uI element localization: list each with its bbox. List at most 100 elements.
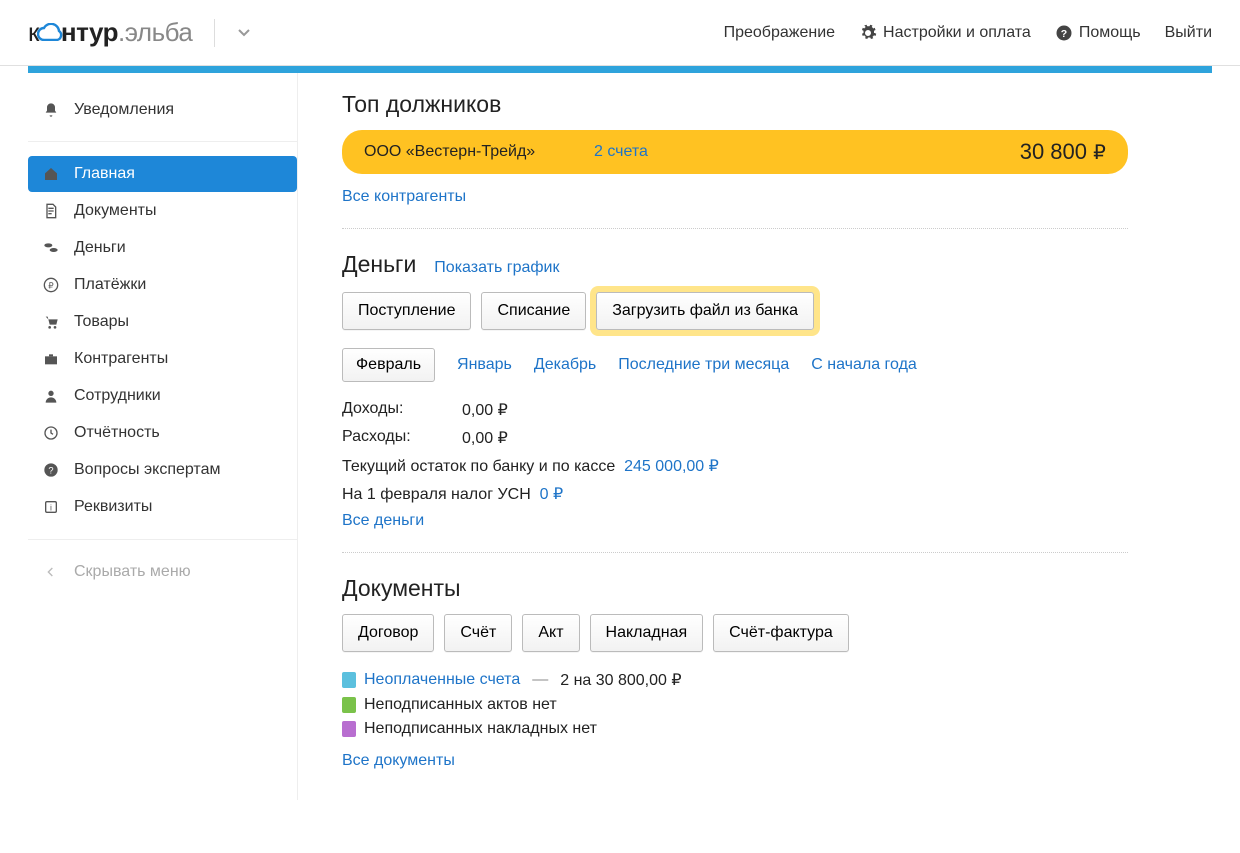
all-money-link[interactable]: Все деньги <box>342 512 424 529</box>
ruble-icon: ₽ <box>42 277 60 293</box>
upload-bank-button[interactable]: Загрузить файл из банка <box>596 292 814 330</box>
facture-button[interactable]: Счёт-фактура <box>713 614 849 652</box>
cloud-icon <box>37 17 63 48</box>
act-button[interactable]: Акт <box>522 614 579 652</box>
income-value: 0,00 ₽ <box>462 400 508 420</box>
unpaid-invoices-count: 2 на 30 800,00 ₽ <box>560 670 681 690</box>
unsigned-acts-row: Неподписанных актов нет <box>342 696 1128 714</box>
docs-title: Документы <box>342 575 1128 602</box>
chevron-down-icon <box>237 26 251 40</box>
nav-help[interactable]: ? Помощь <box>1055 24 1141 42</box>
sidebar-item-goods[interactable]: Товары <box>28 304 297 340</box>
sidebar-item-payments[interactable]: ₽ Платёжки <box>28 267 297 303</box>
svg-text:?: ? <box>1061 27 1067 39</box>
expense-value: 0,00 ₽ <box>462 428 508 448</box>
sidebar-item-reports[interactable]: Отчётность <box>28 415 297 451</box>
balance-row: Текущий остаток по банку и по кассе 245 … <box>342 456 1128 476</box>
collapse-icon <box>42 564 60 580</box>
contract-button[interactable]: Договор <box>342 614 434 652</box>
separator <box>342 552 1128 553</box>
sidebar-item-home[interactable]: Главная <box>28 156 297 192</box>
balance-link[interactable]: 245 000,00 ₽ <box>624 458 719 475</box>
coins-icon <box>42 240 60 256</box>
sidebar-label: Контрагенты <box>74 350 168 368</box>
sidebar-label: Реквизиты <box>74 498 152 516</box>
sidebar-item-employees[interactable]: Сотрудники <box>28 378 297 414</box>
person-icon <box>42 388 60 404</box>
sidebar-item-contractors[interactable]: Контрагенты <box>28 341 297 377</box>
logo-main: нтур <box>61 17 118 47</box>
sidebar-label: Скрывать меню <box>74 563 191 581</box>
sidebar-hide-toggle[interactable]: Скрывать меню <box>28 554 297 590</box>
accent-bar <box>28 66 1212 73</box>
svg-text:i: i <box>50 502 52 512</box>
sidebar-label: Платёжки <box>74 276 146 294</box>
question-icon: ? <box>42 462 60 478</box>
sidebar-label: Товары <box>74 313 129 331</box>
money-title: Деньги <box>342 251 416 278</box>
header-right: Преображение Настройки и оплата ? Помощь… <box>724 24 1212 42</box>
unpaid-invoices-row: Неоплаченные счета — 2 на 30 800,00 ₽ <box>342 670 1128 690</box>
nav-logout[interactable]: Выйти <box>1165 24 1212 42</box>
cart-icon <box>42 314 60 330</box>
sidebar-item-details[interactable]: i Реквизиты <box>28 489 297 525</box>
info-icon: i <box>42 499 60 515</box>
waybill-button[interactable]: Накладная <box>590 614 704 652</box>
tab-january[interactable]: Январь <box>457 356 512 374</box>
main-content: Топ должников ООО «Вестерн-Трейд» 2 счет… <box>298 73 1128 800</box>
debtor-row[interactable]: ООО «Вестерн-Трейд» 2 счета 30 800 ₽ <box>342 130 1128 174</box>
tax-link[interactable]: 0 ₽ <box>540 486 564 503</box>
show-chart-link[interactable]: Показать график <box>434 259 559 277</box>
bell-icon <box>42 102 60 118</box>
header: кнтур.эльба Преображение Настройки и опл… <box>0 0 1240 66</box>
sidebar-label: Документы <box>74 202 156 220</box>
clock-icon <box>42 425 60 441</box>
debtors-title: Топ должников <box>342 91 1128 118</box>
sidebar-label: Вопросы экспертам <box>74 461 220 479</box>
separator <box>342 228 1128 229</box>
doc-purple-icon <box>342 721 356 737</box>
income-label: Доходы: <box>342 400 462 420</box>
tab-february[interactable]: Февраль <box>342 348 435 382</box>
nav-settings[interactable]: Настройки и оплата <box>859 24 1031 42</box>
briefcase-icon <box>42 351 60 367</box>
nav-transform[interactable]: Преображение <box>724 24 835 42</box>
unsigned-waybills-row: Неподписанных накладных нет <box>342 720 1128 738</box>
sidebar-item-experts[interactable]: ? Вопросы экспертам <box>28 452 297 488</box>
all-contractors-link[interactable]: Все контрагенты <box>342 188 466 205</box>
income-button[interactable]: Поступление <box>342 292 471 330</box>
expense-button[interactable]: Списание <box>481 292 586 330</box>
expense-label: Расходы: <box>342 428 462 448</box>
all-documents-link[interactable]: Все документы <box>342 752 455 769</box>
svg-text:₽: ₽ <box>48 280 54 290</box>
help-icon: ? <box>1055 24 1073 42</box>
gear-icon <box>859 24 877 42</box>
debtor-count-link[interactable]: 2 счета <box>594 143 648 161</box>
unsigned-waybills-text: Неподписанных накладных нет <box>364 720 597 738</box>
doc-green-icon <box>342 697 356 713</box>
sidebar-separator <box>28 539 297 540</box>
unsigned-acts-text: Неподписанных актов нет <box>364 696 557 714</box>
logo[interactable]: кнтур.эльба <box>28 17 192 48</box>
sidebar-label: Отчётность <box>74 424 160 442</box>
sidebar-label: Сотрудники <box>74 387 161 405</box>
invoice-button[interactable]: Счёт <box>444 614 512 652</box>
tab-december[interactable]: Декабрь <box>534 356 596 374</box>
unpaid-invoices-link[interactable]: Неоплаченные счета <box>364 671 520 689</box>
debtor-sum: 30 800 ₽ <box>1020 139 1106 165</box>
home-icon <box>42 166 60 182</box>
sidebar-label: Главная <box>74 165 135 183</box>
doc-blue-icon <box>342 672 356 688</box>
sidebar-notifications[interactable]: Уведомления <box>28 91 297 142</box>
product-switcher[interactable] <box>214 19 251 47</box>
sidebar-label: Уведомления <box>74 101 174 119</box>
document-icon <box>42 203 60 219</box>
tab-ytd[interactable]: С начала года <box>811 356 917 374</box>
sidebar-label: Деньги <box>74 239 126 257</box>
sidebar-item-documents[interactable]: Документы <box>28 193 297 229</box>
sidebar: Уведомления Главная Документы Деньги ₽ П… <box>28 73 298 800</box>
tax-row: На 1 февраля налог УСН 0 ₽ <box>342 484 1128 504</box>
svg-text:?: ? <box>48 465 53 475</box>
tab-last3months[interactable]: Последние три месяца <box>618 356 789 374</box>
sidebar-item-money[interactable]: Деньги <box>28 230 297 266</box>
